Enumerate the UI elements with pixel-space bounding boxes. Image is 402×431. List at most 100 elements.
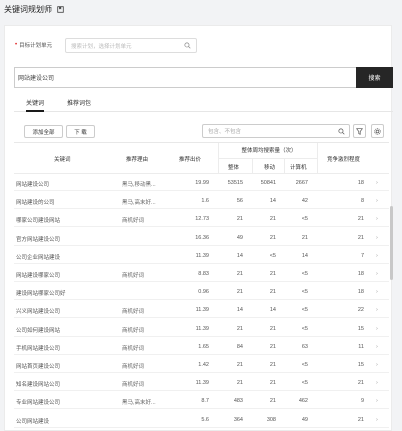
- row-total-volume: 53515: [227, 180, 243, 186]
- row-pc-volume: 462: [298, 398, 308, 405]
- row-mobile-volume: 21: [269, 398, 276, 405]
- header-divider: [284, 159, 285, 174]
- row-bid: 11.39: [195, 307, 209, 314]
- row-pc-volume: <5: [301, 307, 308, 314]
- search-icon: [184, 42, 191, 49]
- row-keyword: 哪家公司建设网站: [16, 218, 61, 225]
- table-row[interactable]: 专业网站建设公司 黑马,高末好... 8.7 483 21 462 9 ›: [14, 393, 389, 410]
- table-scrollbar[interactable]: [390, 206, 393, 280]
- chevron-right-icon[interactable]: ›: [376, 289, 382, 295]
- table-row[interactable]: 公司如何建设网站 商机好词 11.39 21 21 <5 15 ›: [14, 321, 389, 337]
- settings-button[interactable]: [371, 124, 384, 138]
- tab-recommended-packages[interactable]: 推荐词包: [67, 98, 91, 112]
- header-pc[interactable]: 计算机: [290, 163, 307, 171]
- page-header: 关键词规划师: [0, 0, 402, 18]
- row-bid: 16.36: [195, 234, 209, 241]
- header-mobile[interactable]: 移动: [264, 163, 275, 171]
- row-keyword: 官方网站建设公司: [16, 236, 61, 243]
- row-competition: 7: [360, 252, 364, 259]
- row-competition: 18: [357, 271, 364, 277]
- row-bid: 11.39: [195, 325, 209, 332]
- plan-unit-label: 目标计划单元: [19, 43, 53, 49]
- table-row[interactable]: 网站建设公司 黑马,移动黑... 19.99 53515 50841 2667 18 ›: [14, 175, 389, 191]
- row-bid: 11.39: [195, 380, 209, 387]
- table-row[interactable]: 网站建设的公司 黑马,高末好... 1.6 56 14 42 8 ›: [14, 193, 389, 210]
- row-competition: 9: [360, 398, 364, 405]
- chevron-right-icon[interactable]: ›: [376, 198, 382, 204]
- header-divider: [218, 143, 219, 174]
- table-row[interactable]: 公司网站建设 5.6 364 308 49 21 ›: [14, 412, 389, 428]
- row-total-volume: 14: [236, 252, 243, 259]
- required-marker: •: [15, 42, 18, 48]
- row-total-volume: 364: [233, 416, 243, 423]
- row-bid: 1.6: [201, 198, 209, 205]
- row-pc-volume: <5: [301, 380, 308, 387]
- row-mobile-volume: 21: [269, 234, 276, 241]
- tab-keywords[interactable]: 关键词: [26, 98, 45, 112]
- row-mobile-volume: 21: [269, 216, 276, 223]
- add-all-button[interactable]: 添加全部: [24, 125, 63, 138]
- header-keyword[interactable]: 关键词: [54, 155, 71, 163]
- chevron-right-icon[interactable]: ›: [376, 271, 382, 277]
- table-row[interactable]: 网站建设哪家公司 商机好词 8.83 21 21 <5 18 ›: [14, 266, 389, 282]
- header-bid[interactable]: 推荐出价: [179, 155, 201, 163]
- row-mobile-volume: 21: [269, 362, 276, 368]
- row-reason: 商机好词: [122, 345, 145, 352]
- row-pc-volume: 63: [301, 343, 308, 350]
- chevron-right-icon[interactable]: ›: [376, 307, 382, 313]
- row-pc-volume: <5: [301, 216, 308, 223]
- chevron-right-icon[interactable]: ›: [376, 380, 382, 386]
- table-row[interactable]: 公司企业网站建设 11.39 14 <5 14 7 ›: [14, 248, 389, 264]
- chevron-right-icon[interactable]: ›: [376, 362, 382, 368]
- filter-input[interactable]: 包含、不包含: [202, 124, 350, 138]
- chevron-right-icon[interactable]: ›: [376, 398, 382, 404]
- row-reason: 黑马,高末好...: [122, 400, 156, 407]
- row-mobile-volume: 14: [269, 198, 276, 205]
- chevron-right-icon[interactable]: ›: [376, 180, 382, 186]
- row-keyword: 网站建设公司: [16, 182, 50, 188]
- row-bid: 0.96: [198, 289, 209, 296]
- keyword-table: 关键词 推荐理由 推荐出价 整体周均搜索量（次） 整体 移动 计算机 竞争激烈程…: [14, 142, 389, 431]
- row-reason: 商机好词: [122, 382, 145, 389]
- row-competition: 15: [357, 325, 364, 332]
- row-keyword: 网站建设的公司: [16, 200, 55, 207]
- row-competition: 21: [357, 416, 364, 423]
- row-competition: 21: [357, 380, 364, 387]
- chevron-right-icon[interactable]: ›: [376, 216, 382, 222]
- table-row[interactable]: 哪家公司建设网站 商机好词 12.73 21 21 <5 21 ›: [14, 211, 389, 228]
- table-row[interactable]: 官方网站建设公司 16.36 49 21 21 21 ›: [14, 230, 389, 246]
- table-row[interactable]: 建设网站哪家公司好 0.96 21 21 <5 18 ›: [14, 284, 389, 301]
- row-mobile-volume: 21: [269, 343, 276, 350]
- filter-button[interactable]: [353, 124, 366, 138]
- row-pc-volume: 21: [301, 234, 308, 241]
- row-bid: 1.42: [198, 362, 209, 368]
- bookmark-icon[interactable]: [57, 5, 64, 13]
- keyword-planner-panel: • 目标计划单元 搜索计划，选择计划单元 网站建设公司 搜索 关键词 推荐词包 …: [4, 25, 393, 431]
- chevron-right-icon[interactable]: ›: [376, 235, 382, 241]
- row-reason: 商机好词: [122, 309, 145, 316]
- row-mobile-volume: 21: [269, 271, 276, 277]
- row-bid: 11.39: [195, 252, 209, 259]
- row-total-volume: 84: [236, 343, 243, 350]
- keyword-search-input[interactable]: 网站建设公司: [14, 67, 357, 88]
- table-row[interactable]: 知名建设网站公司 商机好词 11.39 21 21 <5 21 ›: [14, 375, 389, 392]
- chevron-right-icon[interactable]: ›: [376, 253, 382, 259]
- row-bid: 5.6: [201, 416, 209, 423]
- table-row[interactable]: 兴义网站建设公司 商机好词 11.39 14 14 <5 22 ›: [14, 302, 389, 319]
- row-mobile-volume: 14: [269, 307, 276, 314]
- header-competition[interactable]: 竞争激烈程度: [327, 155, 360, 163]
- row-total-volume: 21: [236, 271, 243, 277]
- row-pc-volume: <5: [301, 362, 308, 368]
- plan-unit-select[interactable]: 搜索计划，选择计划单元: [65, 38, 197, 53]
- search-button[interactable]: 搜索: [356, 67, 393, 88]
- table-row[interactable]: 网站首页建设公司 商机好词 1.42 21 21 <5 15 ›: [14, 357, 389, 373]
- chevron-right-icon[interactable]: ›: [376, 417, 382, 423]
- row-keyword: 建设网站哪家公司好: [16, 291, 66, 298]
- header-total[interactable]: 整体: [228, 163, 239, 171]
- download-button[interactable]: 下 载: [66, 125, 95, 138]
- chevron-right-icon[interactable]: ›: [376, 326, 382, 332]
- gear-icon: [374, 127, 381, 135]
- chevron-right-icon[interactable]: ›: [376, 344, 382, 350]
- table-row[interactable]: 手机网站建设公司 商机好词 1.65 84 21 63 11 ›: [14, 339, 389, 355]
- row-keyword: 网站建设哪家公司: [16, 273, 61, 279]
